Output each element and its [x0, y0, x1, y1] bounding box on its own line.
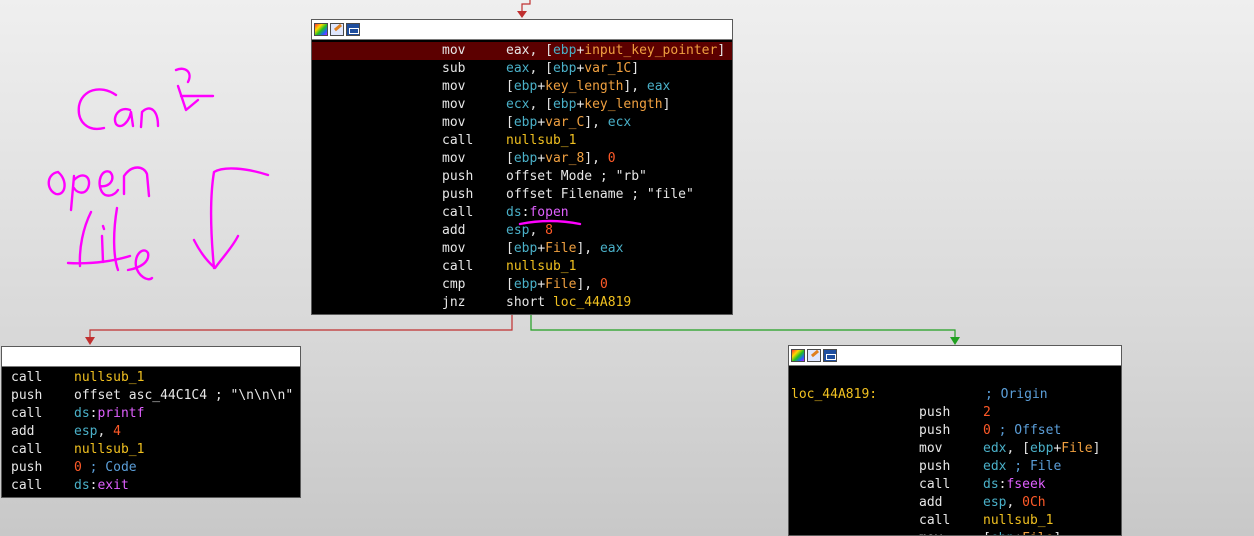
handwritten-annotation — [47, 67, 582, 281]
